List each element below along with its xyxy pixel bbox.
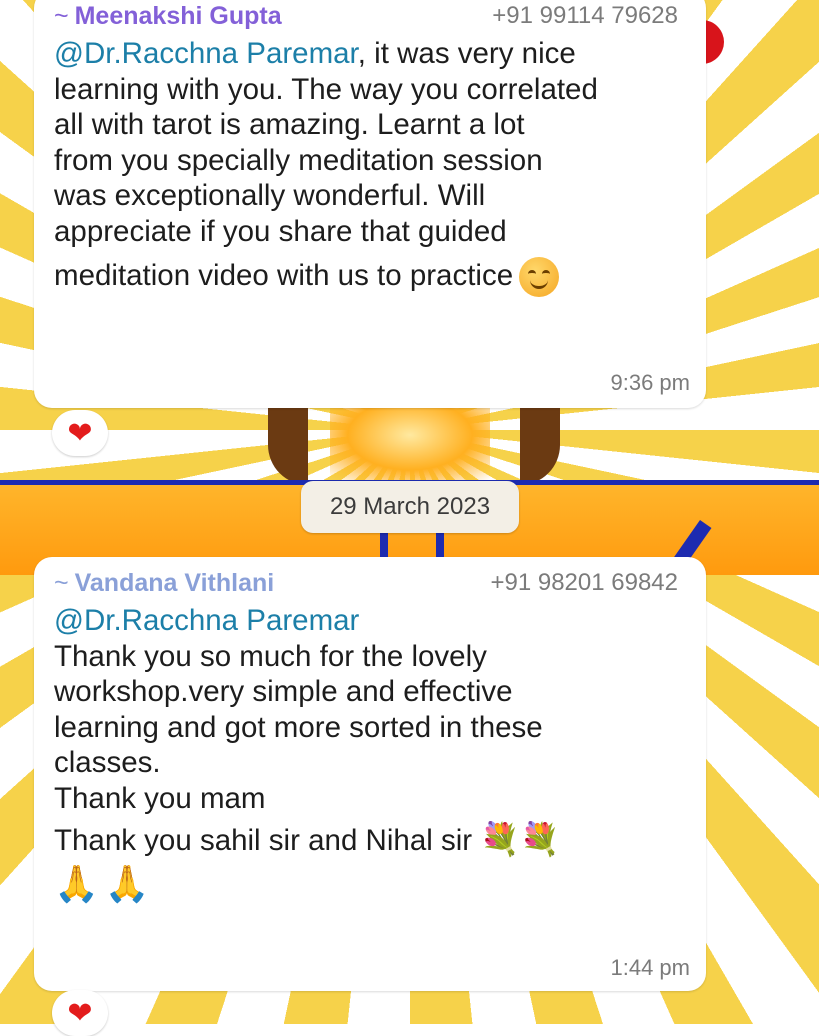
message-line: Thank you sahil sir and Nihal sir 💐💐 bbox=[54, 820, 688, 859]
sender-name[interactable]: ~ Meenakshi Gupta bbox=[54, 2, 282, 31]
sender-phone[interactable]: +91 99114 79628 bbox=[492, 2, 678, 30]
message-line: appreciate if you share that guided bbox=[54, 214, 507, 248]
sender-prefix: ~ bbox=[54, 568, 69, 597]
message-line: learning and got more sorted in these bbox=[54, 710, 543, 744]
message-line: meditation video with us to practice bbox=[54, 257, 688, 297]
message-text: @Dr.Racchna Paremar, it was very nice le… bbox=[54, 36, 688, 297]
message-line: from you specially meditation session bbox=[54, 143, 543, 177]
sender-phone[interactable]: +91 98201 69842 bbox=[490, 569, 678, 597]
message-time: 9:36 pm bbox=[610, 370, 691, 395]
sender-name-text: Meenakshi Gupta bbox=[74, 1, 282, 30]
message-line: was exceptionally wonderful. Will bbox=[54, 179, 486, 212]
message-bubble[interactable]: ~ Meenakshi Gupta +91 99114 79628 @Dr.Rac… bbox=[34, 0, 706, 408]
message-text-segment: meditation video with us to practice bbox=[54, 258, 514, 292]
message-text-segment: Thank you sahil sir and Nihal sir bbox=[54, 824, 473, 857]
message-text-segment: , it was very nice bbox=[357, 37, 576, 70]
folded-hands-icon: 🙏🙏 bbox=[54, 863, 156, 905]
heart-reaction-icon[interactable]: ❤ bbox=[52, 410, 108, 456]
message-line: workshop.very simple and effective bbox=[54, 675, 513, 708]
message-bubble[interactable]: ~ Vandana Vithlani +91 98201 69842 @Dr.Ra… bbox=[34, 557, 706, 991]
message-line: Thank you so much for the lovely bbox=[54, 639, 487, 673]
sender-name-text: Vandana Vithlani bbox=[74, 568, 275, 597]
message-header: ~ Vandana Vithlani +91 98201 69842 bbox=[54, 563, 688, 603]
message-line: all with tarot is amazing. Learnt a lot bbox=[54, 108, 525, 141]
sender-name[interactable]: ~ Vandana Vithlani bbox=[54, 569, 274, 598]
sender-prefix: ~ bbox=[54, 1, 69, 30]
message-line: classes. bbox=[54, 746, 161, 779]
bouquet-icon: 💐💐 bbox=[480, 820, 560, 858]
mention-link[interactable]: @Dr.Racchna Paremar bbox=[54, 603, 688, 639]
smiling-face-icon bbox=[519, 257, 560, 297]
message-time: 1:44 pm bbox=[610, 955, 691, 980]
date-separator: 29 March 2023 bbox=[301, 481, 519, 533]
message-text: @Dr.Racchna Paremar Thank you so much fo… bbox=[54, 603, 688, 902]
heart-reaction-icon[interactable]: ❤ bbox=[52, 990, 108, 1036]
message-header: ~ Meenakshi Gupta +91 99114 79628 bbox=[54, 0, 688, 36]
message-line: learning with you. The way you correlate… bbox=[54, 72, 598, 106]
message-line: Thank you mam bbox=[54, 781, 266, 815]
mention-link[interactable]: @Dr.Racchna Paremar bbox=[54, 37, 358, 70]
message-line: @Dr.Racchna Paremar, it was very nice bbox=[54, 36, 688, 72]
